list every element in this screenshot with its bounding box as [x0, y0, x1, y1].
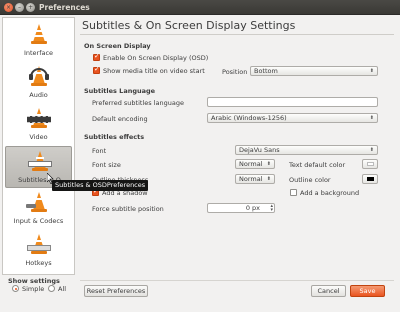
sidebar-item-label: Input & Codecs: [13, 217, 64, 225]
default-encoding-select[interactable]: Arabic (Windows-1256) ⬍: [207, 113, 378, 123]
show-settings-all-label: All: [58, 285, 67, 293]
sidebar-item-video[interactable]: Video: [5, 104, 72, 146]
outline-thickness-value: Normal: [239, 175, 263, 183]
category-sidebar: Interface Audio Video Subtitles & O Inpu…: [2, 17, 75, 275]
position-select[interactable]: Bottom ⬍: [250, 66, 378, 76]
outline-color-button[interactable]: [362, 174, 378, 184]
show-media-title-checkbox[interactable]: [93, 65, 100, 74]
footer-divider: [80, 280, 394, 281]
sidebar-item-interface[interactable]: Interface: [5, 20, 72, 62]
vlc-cone-keyboard-icon: [27, 232, 51, 256]
enable-osd-checkbox[interactable]: [93, 52, 100, 61]
chevron-updown-icon: ⬍: [266, 176, 271, 182]
sidebar-item-hotkeys[interactable]: Hotkeys: [5, 230, 72, 272]
show-settings-simple-radio[interactable]: [12, 285, 19, 292]
sidebar-item-label: Audio: [29, 91, 48, 99]
add-background-label: Add a background: [300, 189, 360, 197]
preferred-language-label: Preferred subtitles language: [92, 99, 184, 107]
text-color-button[interactable]: [362, 159, 378, 169]
reset-preferences-button[interactable]: Reset Preferences: [84, 285, 148, 297]
outline-color-label: Outline color: [289, 176, 331, 184]
font-select-value: DejaVu Sans: [239, 146, 280, 154]
text-color-label: Text default color: [289, 161, 346, 169]
vlc-cone-cable-icon: [26, 190, 49, 214]
outline-thickness-select[interactable]: Normal ⬍: [235, 174, 275, 184]
force-position-value: 0 px: [245, 204, 260, 212]
subtitles-tooltip: Subtitles & OSDPreferences: [52, 180, 149, 191]
heading-divider: [80, 34, 394, 35]
show-settings-label: Show settings: [8, 277, 60, 285]
minimize-window-button[interactable]: –: [15, 3, 24, 12]
font-size-value: Normal: [239, 160, 263, 168]
chevron-updown-icon: ⬍: [369, 115, 374, 121]
show-settings-simple-label: Simple: [22, 285, 45, 293]
page-title: Subtitles & On Screen Display Settings: [82, 19, 296, 32]
osd-section-title: On Screen Display: [84, 42, 151, 50]
preferred-language-input[interactable]: [207, 97, 378, 107]
force-position-spinbox[interactable]: 0 px ▴ ▾: [207, 203, 275, 213]
sidebar-item-label: Interface: [23, 49, 54, 57]
font-select[interactable]: DejaVu Sans ⬍: [235, 145, 378, 155]
default-encoding-value: Arabic (Windows-1256): [211, 114, 287, 122]
save-button[interactable]: Save: [350, 285, 385, 297]
mouse-pointer-icon: [47, 173, 54, 184]
sidebar-item-label: Video: [29, 133, 48, 141]
font-size-label: Font size: [92, 161, 121, 169]
sidebar-item-label: Hotkeys: [25, 259, 52, 267]
spin-arrows-icon: ▴ ▾: [270, 203, 273, 213]
effects-section-title: Subtitles effects: [84, 133, 145, 141]
cancel-button[interactable]: Cancel: [311, 285, 346, 297]
language-section-title: Subtitles Language: [84, 87, 156, 95]
position-select-value: Bottom: [254, 67, 278, 75]
maximize-window-button[interactable]: +: [26, 3, 35, 12]
vlc-cone-headphones-icon: [29, 64, 49, 88]
vlc-cone-subtitles-icon: [28, 149, 52, 173]
position-label: Position: [222, 68, 248, 76]
show-settings-all-radio[interactable]: [48, 285, 55, 292]
chevron-updown-icon: ⬍: [369, 68, 374, 74]
sidebar-item-input-codecs[interactable]: Input & Codecs: [5, 188, 72, 230]
enable-osd-label: Enable On Screen Display (OSD): [103, 54, 209, 62]
force-position-label: Force subtitle position: [92, 205, 164, 213]
chevron-updown-icon: ⬍: [266, 161, 271, 167]
font-label: Font: [92, 147, 107, 155]
outline-color-swatch: [367, 177, 374, 181]
default-encoding-label: Default encoding: [92, 115, 148, 123]
close-window-button[interactable]: ×: [4, 3, 13, 12]
title-bar: × – + Preferences: [0, 0, 400, 15]
font-size-select[interactable]: Normal ⬍: [235, 159, 275, 169]
text-color-swatch: [367, 162, 374, 166]
vlc-cone-interface-icon: [29, 22, 49, 46]
show-media-title-label: Show media title on video start: [103, 67, 205, 75]
chevron-updown-icon: ⬍: [369, 147, 374, 153]
vlc-cone-film-icon: [27, 106, 51, 130]
preferences-window: × – + Preferences Interface Audio Video …: [0, 0, 400, 312]
add-background-checkbox[interactable]: [290, 189, 297, 196]
window-title: Preferences: [39, 3, 90, 12]
sidebar-item-audio[interactable]: Audio: [5, 62, 72, 104]
